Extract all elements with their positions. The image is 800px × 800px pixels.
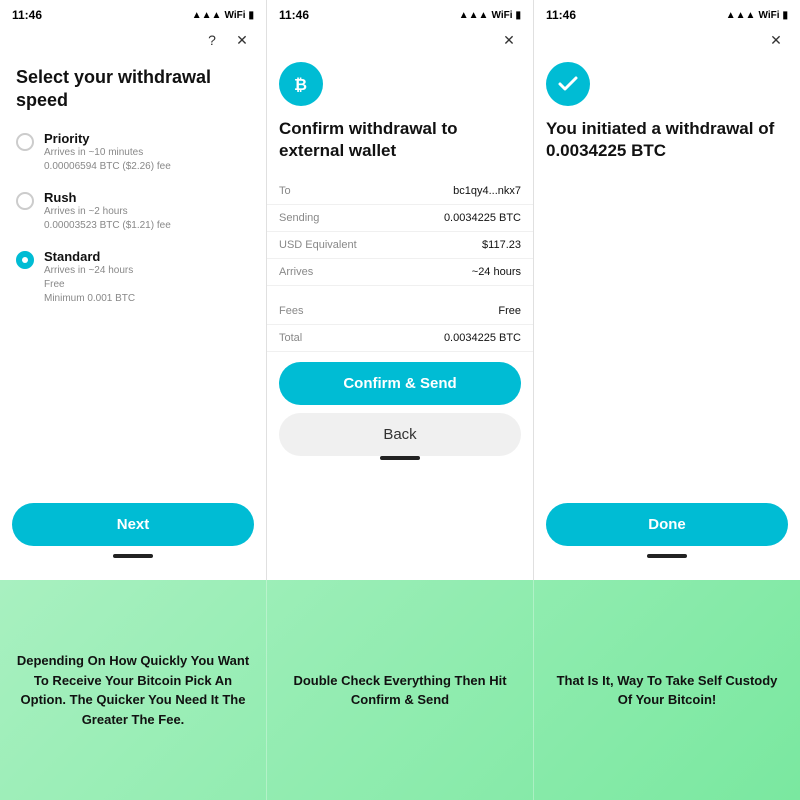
phone-footer-1: Next bbox=[0, 493, 266, 580]
option-text-standard: Standard Arrives in ~24 hours Free Minim… bbox=[44, 249, 135, 306]
option-sub2-standard: Free bbox=[44, 278, 135, 292]
wifi-icon-1: WiFi bbox=[224, 10, 245, 21]
option-sub1-priority: Arrives in ~10 minutes bbox=[44, 146, 171, 160]
bitcoin-svg: ₿ bbox=[289, 72, 313, 96]
option-title-rush: Rush bbox=[44, 190, 171, 205]
detail-fees: Fees Free bbox=[267, 298, 533, 325]
detail-value-arrives: ~24 hours bbox=[472, 266, 521, 278]
success-spacer bbox=[534, 162, 800, 493]
battery-icon-2: ▮ bbox=[515, 10, 521, 21]
details-section: To bc1qy4...nkx7 Sending 0.0034225 BTC U… bbox=[267, 178, 533, 352]
caption-panel-1: Depending On How Quickly You Want To Rec… bbox=[0, 580, 267, 800]
option-text-rush: Rush Arrives in ~2 hours 0.00003523 BTC … bbox=[44, 190, 171, 233]
confirm-send-button[interactable]: Confirm & Send bbox=[279, 362, 521, 405]
option-sub3-standard: Minimum 0.001 BTC bbox=[44, 292, 135, 306]
detail-label-to: To bbox=[279, 185, 291, 197]
phone-header-2: ✕ bbox=[267, 26, 533, 58]
status-bar-2: 11:46 ▲▲▲ WiFi ▮ bbox=[267, 0, 533, 26]
close-icon-2[interactable]: ✕ bbox=[499, 30, 519, 50]
detail-spacer bbox=[267, 286, 533, 298]
detail-sending: Sending 0.0034225 BTC bbox=[267, 205, 533, 232]
wifi-icon-3: WiFi bbox=[758, 10, 779, 21]
radio-standard[interactable] bbox=[16, 251, 34, 269]
home-indicator-3 bbox=[647, 554, 687, 558]
option-rush[interactable]: Rush Arrives in ~2 hours 0.00003523 BTC … bbox=[16, 190, 250, 233]
status-time-3: 11:46 bbox=[546, 8, 576, 22]
status-icons-3: ▲▲▲ WiFi ▮ bbox=[726, 10, 788, 21]
close-icon-1[interactable]: ✕ bbox=[232, 30, 252, 50]
phone-footer-2: Confirm & Send Back bbox=[267, 352, 533, 482]
detail-value-to: bc1qy4...nkx7 bbox=[453, 185, 521, 197]
option-text-priority: Priority Arrives in ~10 minutes 0.000065… bbox=[44, 131, 171, 174]
panel-withdrawal-speed: 11:46 ▲▲▲ WiFi ▮ ? ✕ Select your withdra… bbox=[0, 0, 267, 580]
panel-title-1: Select your withdrawal speed bbox=[16, 66, 250, 113]
phone-header-3: ✕ bbox=[534, 26, 800, 58]
radio-rush[interactable] bbox=[16, 192, 34, 210]
panel-content-1: Select your withdrawal speed Priority Ar… bbox=[0, 58, 266, 493]
detail-value-total: 0.0034225 BTC bbox=[444, 332, 521, 344]
captions-section: Depending On How Quickly You Want To Rec… bbox=[0, 580, 800, 800]
detail-arrives: Arrives ~24 hours bbox=[267, 259, 533, 286]
option-sub1-rush: Arrives in ~2 hours bbox=[44, 205, 171, 219]
detail-label-usd: USD Equivalent bbox=[279, 239, 357, 251]
signal-icon-2: ▲▲▲ bbox=[459, 10, 489, 21]
option-title-standard: Standard bbox=[44, 249, 135, 264]
battery-icon-1: ▮ bbox=[248, 10, 254, 21]
status-time-2: 11:46 bbox=[279, 8, 309, 22]
option-sub2-rush: 0.00003523 BTC ($1.21) fee bbox=[44, 219, 171, 233]
panel-success: 11:46 ▲▲▲ WiFi ▮ ✕ You initiated a withd… bbox=[534, 0, 800, 580]
option-priority[interactable]: Priority Arrives in ~10 minutes 0.000065… bbox=[16, 131, 250, 174]
detail-value-sending: 0.0034225 BTC bbox=[444, 212, 521, 224]
close-icon-3[interactable]: ✕ bbox=[766, 30, 786, 50]
option-standard[interactable]: Standard Arrives in ~24 hours Free Minim… bbox=[16, 249, 250, 306]
detail-to: To bc1qy4...nkx7 bbox=[267, 178, 533, 205]
success-title: You initiated a withdrawal of 0.0034225 … bbox=[534, 118, 800, 162]
caption-text-1: Depending On How Quickly You Want To Rec… bbox=[14, 651, 252, 729]
status-bar-1: 11:46 ▲▲▲ WiFi ▮ bbox=[0, 0, 266, 26]
detail-total: Total 0.0034225 BTC bbox=[267, 325, 533, 352]
home-indicator-2 bbox=[380, 456, 420, 460]
status-icons-1: ▲▲▲ WiFi ▮ bbox=[192, 10, 254, 21]
phone-header-1: ? ✕ bbox=[0, 26, 266, 58]
option-sub2-priority: 0.00006594 BTC ($2.26) fee bbox=[44, 160, 171, 174]
caption-panel-2: Double Check Everything Then Hit Confirm… bbox=[267, 580, 534, 800]
option-title-priority: Priority bbox=[44, 131, 171, 146]
detail-label-arrives: Arrives bbox=[279, 266, 313, 278]
bitcoin-icon: ₿ bbox=[279, 62, 323, 106]
battery-icon-3: ▮ bbox=[782, 10, 788, 21]
phones-section: 11:46 ▲▲▲ WiFi ▮ ? ✕ Select your withdra… bbox=[0, 0, 800, 580]
signal-icon-3: ▲▲▲ bbox=[726, 10, 756, 21]
status-time-1: 11:46 bbox=[12, 8, 42, 22]
radio-priority[interactable] bbox=[16, 133, 34, 151]
detail-label-total: Total bbox=[279, 332, 302, 344]
svg-text:₿: ₿ bbox=[294, 76, 307, 94]
help-icon[interactable]: ? bbox=[202, 30, 222, 50]
check-svg bbox=[556, 72, 580, 96]
detail-label-sending: Sending bbox=[279, 212, 319, 224]
panel-confirm: 11:46 ▲▲▲ WiFi ▮ ✕ ₿ Confirm withdrawal … bbox=[267, 0, 534, 580]
detail-value-fees: Free bbox=[498, 305, 521, 317]
wifi-icon-2: WiFi bbox=[491, 10, 512, 21]
detail-label-fees: Fees bbox=[279, 305, 303, 317]
detail-usd: USD Equivalent $117.23 bbox=[267, 232, 533, 259]
done-button[interactable]: Done bbox=[546, 503, 788, 546]
caption-text-3: That Is It, Way To Take Self Custody Of … bbox=[548, 671, 786, 710]
status-icons-2: ▲▲▲ WiFi ▮ bbox=[459, 10, 521, 21]
confirm-title: Confirm withdrawal to external wallet bbox=[267, 118, 533, 162]
option-sub1-standard: Arrives in ~24 hours bbox=[44, 264, 135, 278]
detail-value-usd: $117.23 bbox=[482, 239, 521, 251]
back-button[interactable]: Back bbox=[279, 413, 521, 456]
caption-text-2: Double Check Everything Then Hit Confirm… bbox=[281, 671, 519, 710]
next-button[interactable]: Next bbox=[12, 503, 254, 546]
signal-icon-1: ▲▲▲ bbox=[192, 10, 222, 21]
check-icon bbox=[546, 62, 590, 106]
phone-footer-3: Done bbox=[534, 493, 800, 580]
status-bar-3: 11:46 ▲▲▲ WiFi ▮ bbox=[534, 0, 800, 26]
caption-panel-3: That Is It, Way To Take Self Custody Of … bbox=[534, 580, 800, 800]
home-indicator-1 bbox=[113, 554, 153, 558]
